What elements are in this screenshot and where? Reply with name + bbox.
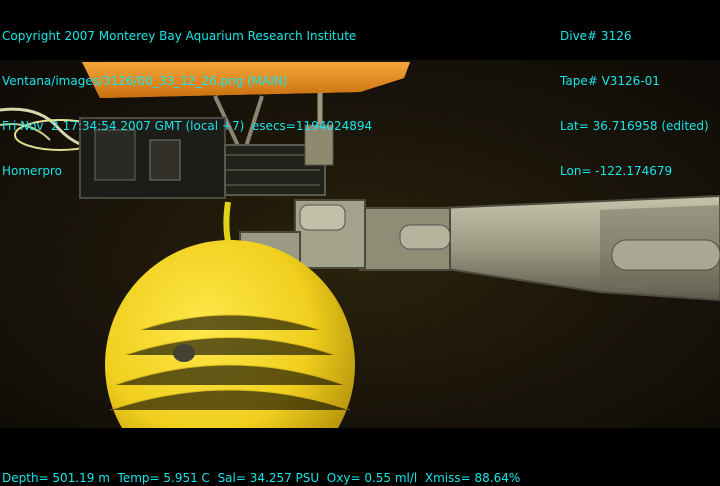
longitude-text: Lon= -122.174679 [560, 164, 673, 178]
dive-number: Dive# 3126 [560, 29, 632, 43]
vehicle-label: Homerpro [2, 164, 62, 178]
sensor-readout: Depth= 501.19 m Temp= 5.951 C Sal= 34.25… [2, 471, 521, 485]
tape-number: Tape# V3126-01 [560, 74, 660, 88]
metadata-overlay-left: Copyright 2007 Monterey Bay Aquarium Res… [2, 0, 372, 194]
copyright-text: Copyright 2007 Monterey Bay Aquarium Res… [2, 29, 357, 43]
metadata-overlay-right: Dive# 3126 Tape# V3126-01 Lat= 36.716958… [560, 0, 709, 194]
image-path-text: Ventana/images/3126/00_33_12_26.png (MAI… [2, 74, 288, 88]
latitude-text: Lat= 36.716958 (edited) [560, 119, 709, 133]
timestamp-text: Fri Nov 2 17:34:54 2007 GMT (local +7) e… [2, 119, 373, 133]
float-cap [173, 344, 195, 362]
